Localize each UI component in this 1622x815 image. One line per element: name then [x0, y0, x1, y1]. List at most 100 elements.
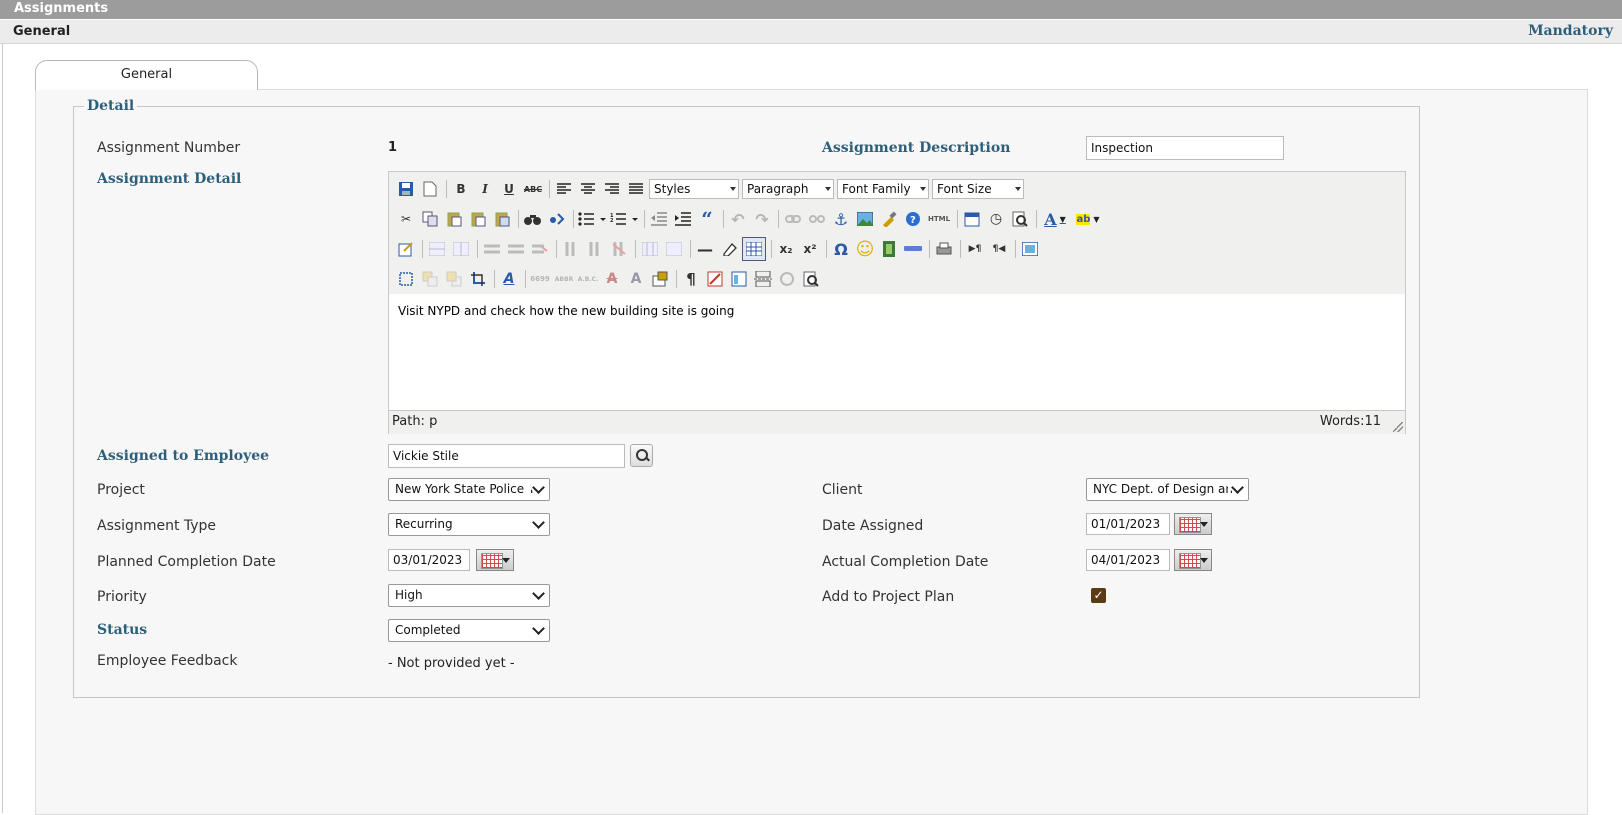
insert-col-before-icon[interactable] — [560, 238, 582, 260]
delete-col-icon[interactable] — [608, 238, 630, 260]
align-left-icon[interactable] — [553, 178, 575, 200]
special-char-icon[interactable]: Ω — [830, 238, 852, 260]
remove-format-icon[interactable] — [718, 238, 740, 260]
status-select[interactable]: Completed — [388, 619, 550, 642]
copy-icon[interactable] — [419, 208, 441, 230]
italic-icon[interactable]: I — [474, 178, 496, 200]
acronym-icon[interactable]: A.B.C. — [577, 268, 599, 290]
attribs-icon[interactable] — [649, 268, 671, 290]
assigned-employee-input[interactable]: Vickie Stile — [388, 444, 625, 468]
insert-row-after-icon[interactable] — [505, 238, 527, 260]
page-break-icon[interactable] — [752, 268, 774, 290]
tab-general[interactable]: General — [35, 60, 258, 90]
font-color-icon[interactable]: A ▼ — [1040, 208, 1070, 230]
anchor-icon[interactable]: ⚓ — [830, 208, 852, 230]
help-icon[interactable]: ? — [902, 208, 924, 230]
font-size-select[interactable]: Font Size — [932, 179, 1024, 199]
media-icon[interactable] — [878, 238, 900, 260]
preview-icon[interactable] — [1009, 208, 1031, 230]
cite-icon[interactable]: 6699 — [529, 268, 551, 290]
emoticon-icon[interactable]: ☺ — [854, 238, 876, 260]
editor-text[interactable]: Visit NYPD and check how the new buildin… — [398, 304, 734, 318]
new-document-icon[interactable] — [419, 178, 441, 200]
bold-icon[interactable]: B — [450, 178, 472, 200]
priority-select[interactable]: High — [388, 584, 550, 607]
advanced-hr-icon[interactable] — [902, 238, 924, 260]
actual-completion-input[interactable]: 04/01/2023 — [1086, 549, 1170, 571]
assignment-description-input[interactable]: Inspection — [1086, 136, 1284, 160]
print-preview-icon[interactable] — [800, 268, 822, 290]
planned-completion-input[interactable]: 03/01/2023 — [388, 549, 470, 571]
cut-icon[interactable]: ✂ — [395, 208, 417, 230]
insert-date-icon[interactable] — [961, 208, 983, 230]
visual-aid-icon[interactable] — [742, 237, 766, 261]
split-cells-icon[interactable] — [639, 238, 661, 260]
project-select[interactable]: New York State Police T — [388, 478, 550, 501]
subscript-icon[interactable]: x₂ — [775, 238, 797, 260]
fullscreen-icon[interactable] — [1019, 238, 1041, 260]
align-center-icon[interactable] — [577, 178, 599, 200]
highlight-color-icon[interactable]: ab ▼ — [1072, 208, 1104, 230]
horizontal-rule-icon[interactable]: — — [694, 238, 716, 260]
rtl-icon[interactable]: ¶◀ — [988, 238, 1010, 260]
font-family-select[interactable]: Font Family — [837, 179, 929, 199]
date-assigned-calendar-button[interactable] — [1174, 513, 1212, 535]
unlink-icon[interactable] — [806, 208, 828, 230]
visual-chars-icon[interactable]: ¶ — [680, 268, 702, 290]
date-assigned-input[interactable]: 01/01/2023 — [1086, 513, 1170, 535]
align-justify-icon[interactable] — [625, 178, 647, 200]
resize-handle-icon[interactable] — [1393, 422, 1403, 432]
paste-word-icon[interactable] — [491, 208, 513, 230]
blockquote-icon[interactable]: “ — [696, 207, 718, 231]
delete-row-icon[interactable] — [529, 238, 551, 260]
redo-icon[interactable]: ↷ — [751, 208, 773, 230]
style-props-icon[interactable]: A — [498, 268, 520, 290]
paragraph-select[interactable]: Paragraph — [742, 179, 834, 199]
abbr-icon[interactable]: ABBR — [553, 268, 575, 290]
actual-completion-calendar-button[interactable] — [1174, 549, 1212, 571]
outdent-icon[interactable] — [648, 208, 670, 230]
assignment-type-select[interactable]: Recurring — [388, 513, 550, 536]
bullet-list-icon[interactable] — [577, 208, 607, 230]
image-icon[interactable] — [854, 208, 876, 230]
restore-draft-icon[interactable] — [776, 268, 798, 290]
styles-select[interactable]: Styles — [649, 179, 739, 199]
move-forward-icon[interactable] — [419, 268, 441, 290]
merge-cells-icon[interactable] — [663, 238, 685, 260]
insert-layer-icon[interactable] — [395, 268, 417, 290]
nonbreaking-icon[interactable] — [704, 268, 726, 290]
ltr-icon[interactable]: ▶¶ — [964, 238, 986, 260]
underline-icon[interactable]: U — [498, 178, 520, 200]
replace-icon[interactable] — [546, 208, 568, 230]
print-icon[interactable] — [933, 238, 955, 260]
paste-text-icon[interactable] — [467, 208, 489, 230]
cleanup-icon[interactable] — [878, 208, 900, 230]
indent-icon[interactable] — [672, 208, 694, 230]
insert-row-before-icon[interactable] — [481, 238, 503, 260]
editor-content[interactable]: Visit NYPD and check how the new buildin… — [389, 294, 1405, 410]
template-icon[interactable] — [728, 268, 750, 290]
ins-icon[interactable]: A — [625, 268, 647, 290]
del-icon[interactable]: A — [601, 268, 623, 290]
add-to-plan-checkbox[interactable]: ✓ — [1091, 588, 1106, 603]
insert-col-after-icon[interactable] — [584, 238, 606, 260]
save-icon[interactable] — [395, 178, 417, 200]
table-row-props-icon[interactable] — [426, 238, 448, 260]
find-icon[interactable] — [522, 208, 544, 230]
employee-search-button[interactable] — [630, 444, 653, 467]
edit-form-icon[interactable] — [395, 238, 417, 260]
numbered-list-icon[interactable]: 12 — [609, 208, 639, 230]
absolute-position-icon[interactable] — [467, 268, 489, 290]
move-backward-icon[interactable] — [443, 268, 465, 290]
strikethrough-icon[interactable]: ABC — [522, 178, 544, 200]
clock-icon[interactable]: ◷ — [985, 208, 1007, 230]
client-select[interactable]: NYC Dept. of Design an — [1086, 478, 1249, 501]
link-icon[interactable] — [782, 208, 804, 230]
paste-icon[interactable] — [443, 208, 465, 230]
superscript-icon[interactable]: x² — [799, 238, 821, 260]
planned-completion-calendar-button[interactable] — [476, 549, 514, 571]
html-source-icon[interactable]: HTML — [926, 208, 952, 230]
align-right-icon[interactable] — [601, 178, 623, 200]
table-cell-props-icon[interactable] — [450, 238, 472, 260]
undo-icon[interactable]: ↶ — [727, 208, 749, 230]
